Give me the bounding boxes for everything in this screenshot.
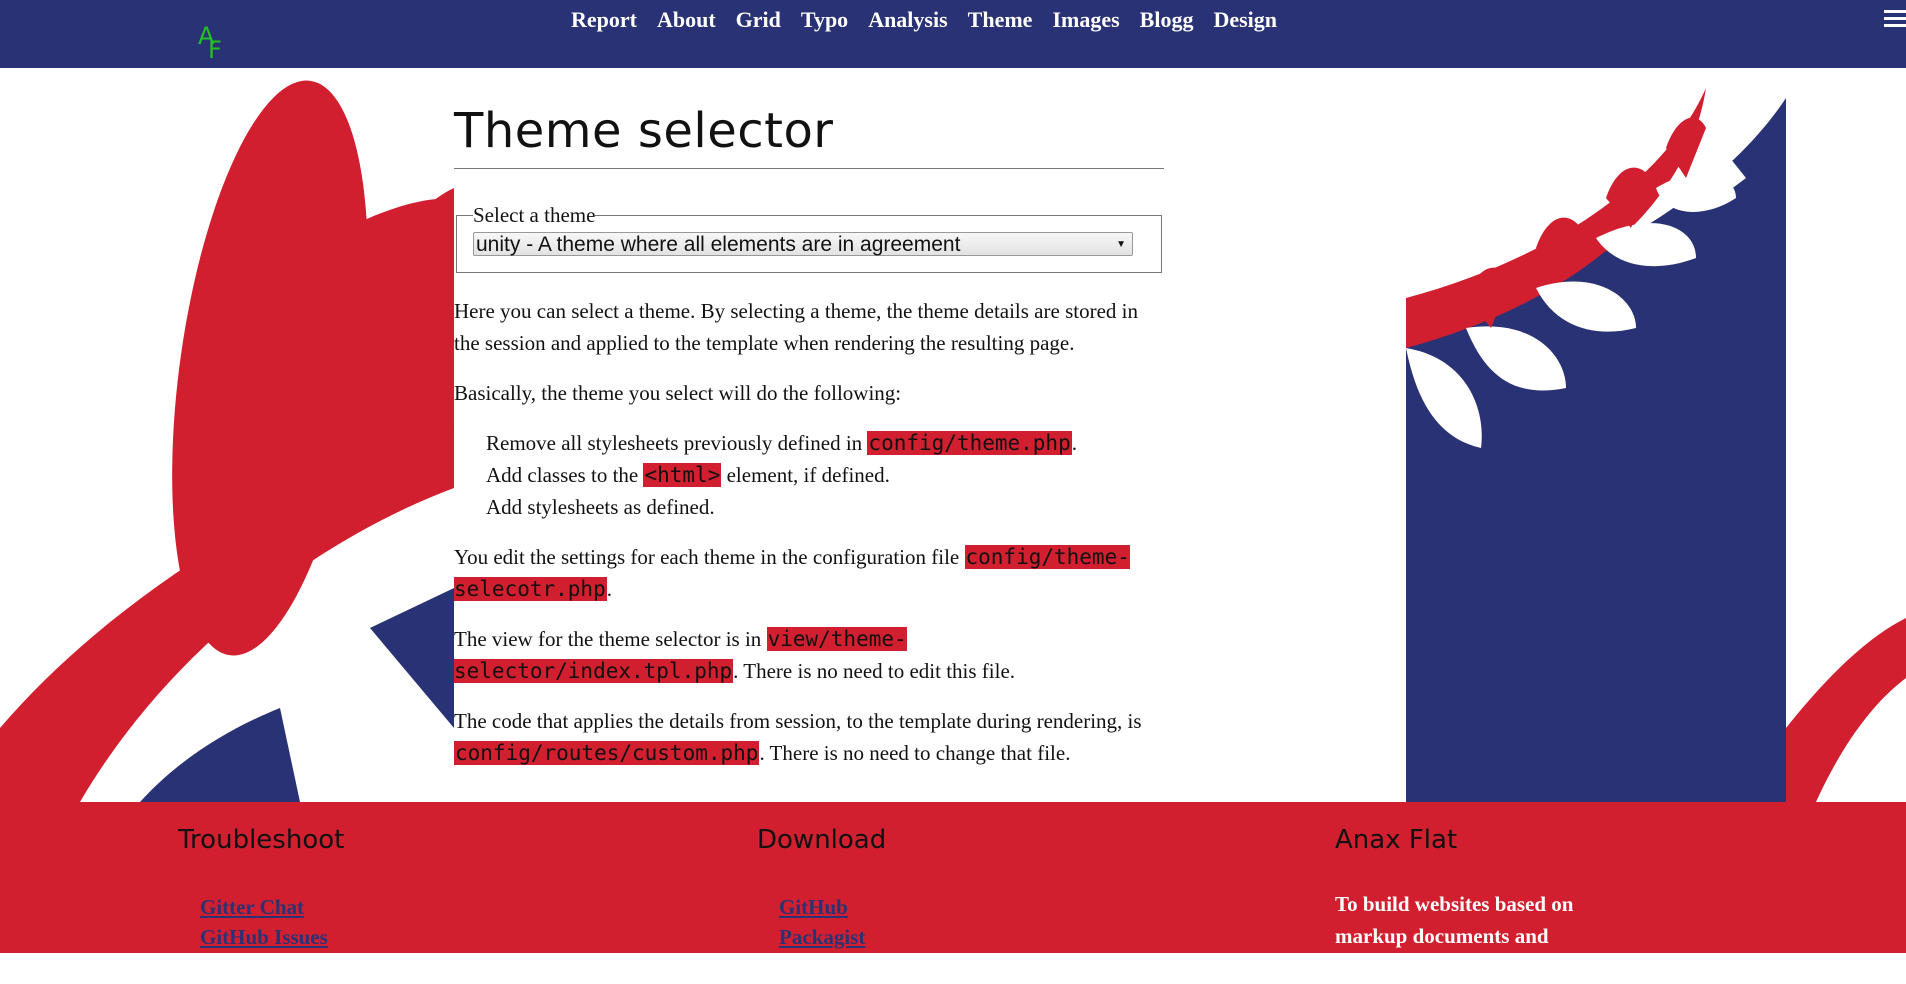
nav-item-typo[interactable]: Typo xyxy=(791,6,858,34)
nav-item-about[interactable]: About xyxy=(647,6,726,34)
footer-heading: Anax Flat xyxy=(1335,825,1458,855)
nav-item-design[interactable]: Design xyxy=(1203,6,1287,34)
list-intro-paragraph: Basically, the theme you select will do … xyxy=(454,381,902,405)
inline-code: config/routes/custom.php xyxy=(454,741,760,765)
svg-text:F: F xyxy=(208,36,222,62)
nav-item-analysis[interactable]: Analysis xyxy=(858,6,957,34)
main-nav: Report About Grid Typo Analysis Theme Im… xyxy=(561,6,1287,34)
site-logo[interactable]: A F xyxy=(198,22,232,64)
main-content: Theme selector Select a theme unity - A … xyxy=(454,68,1164,769)
decorative-leaf-left xyxy=(0,68,454,802)
footer: Troubleshoot Gitter Chat GitHub Issues D… xyxy=(0,802,1906,980)
footer-column-troubleshoot: Troubleshoot Gitter Chat GitHub Issues xyxy=(178,822,478,952)
decorative-leaf-right xyxy=(1406,68,1786,802)
footer-column-anax-flat: Anax Flat To build websites based on mar… xyxy=(1335,822,1635,984)
page-title: Theme selector xyxy=(454,100,1164,169)
config-paragraph: You edit the settings for each theme in … xyxy=(454,545,1130,601)
list-item: Add stylesheets as defined. xyxy=(486,495,715,519)
inline-code: config/theme.php xyxy=(867,431,1072,455)
footer-link-github-issues[interactable]: GitHub Issues xyxy=(200,922,478,952)
nav-item-blogg[interactable]: Blogg xyxy=(1130,6,1204,34)
steps-list: Remove all stylesheets previously define… xyxy=(454,427,1164,523)
footer-link-gitter-chat[interactable]: Gitter Chat xyxy=(200,892,478,922)
decorative-stripe-right xyxy=(1786,68,1906,802)
view-paragraph: The view for the theme selector is in vi… xyxy=(454,627,1016,683)
theme-select[interactable]: unity - A theme where all elements are i… xyxy=(473,232,1133,256)
footer-link-github[interactable]: GitHub xyxy=(779,892,1057,922)
list-item: Remove all stylesheets previously define… xyxy=(486,431,1077,455)
inline-code: <html> xyxy=(643,463,722,487)
nav-item-report[interactable]: Report xyxy=(561,6,647,34)
nav-item-grid[interactable]: Grid xyxy=(726,6,791,34)
footer-column-download: Download GitHub Packagist xyxy=(757,822,1057,952)
intro-paragraph: Here you can select a theme. By selectin… xyxy=(454,299,1138,355)
theme-select-value: unity - A theme where all elements are i… xyxy=(476,233,961,256)
nav-item-images[interactable]: Images xyxy=(1042,6,1129,34)
theme-fieldset: Select a theme unity - A theme where all… xyxy=(456,203,1162,273)
routes-paragraph: The code that applies the details from s… xyxy=(454,709,1142,765)
footer-description: To build websites based on markup docume… xyxy=(1335,892,1574,980)
nav-item-theme[interactable]: Theme xyxy=(958,6,1043,34)
footer-heading: Troubleshoot xyxy=(178,825,345,855)
footer-heading: Download xyxy=(757,825,887,855)
theme-fieldset-legend: Select a theme xyxy=(473,203,596,227)
top-navbar: A F Report About Grid Typo Analysis Them… xyxy=(0,0,1906,68)
hamburger-menu-icon[interactable] xyxy=(1884,10,1906,32)
footer-link-packagist[interactable]: Packagist xyxy=(779,922,1057,952)
dropdown-arrow-icon: ▼ xyxy=(1116,239,1126,250)
list-item: Add classes to the <html> element, if de… xyxy=(486,463,890,487)
